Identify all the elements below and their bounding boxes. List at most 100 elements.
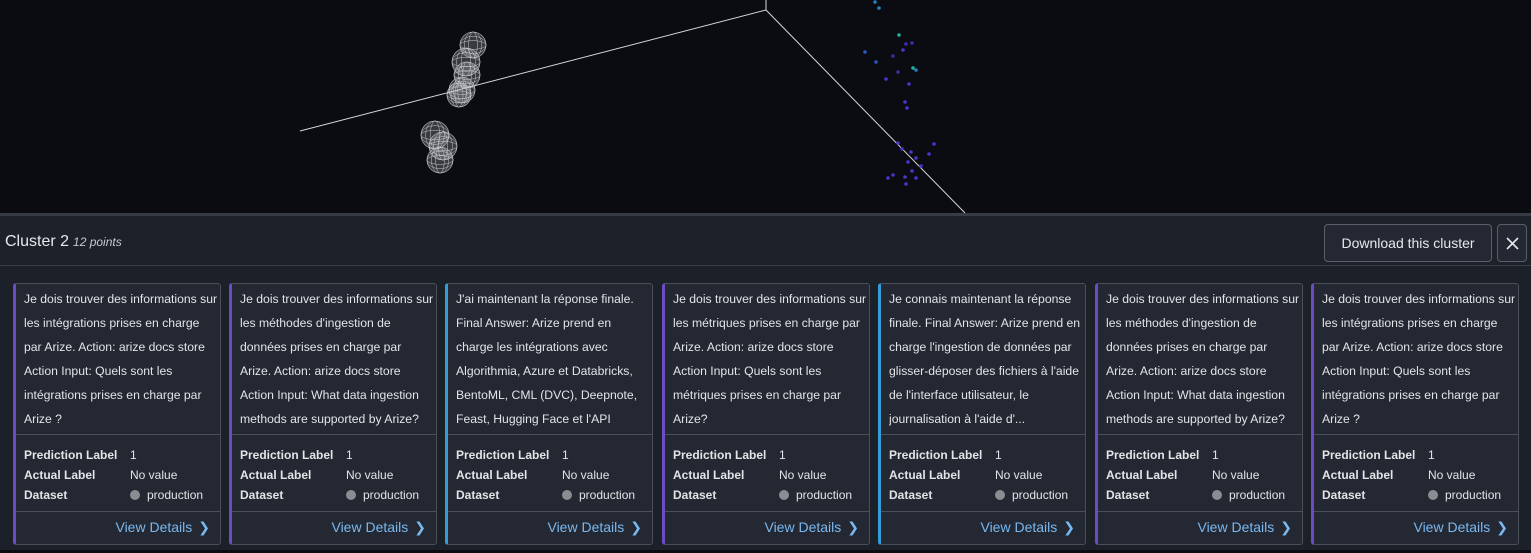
point-sphere[interactable]	[426, 146, 454, 174]
point-dot[interactable]	[891, 54, 895, 58]
divider	[16, 511, 220, 512]
point-dot[interactable]	[886, 176, 890, 180]
point-card[interactable]: Je dois trouver des informations sur les…	[1095, 283, 1303, 545]
point-dot[interactable]	[919, 164, 923, 168]
view-details-link[interactable]: View Details ❯	[764, 519, 859, 536]
point-properties: Prediction Label 1 Actual Label No value Dat…	[240, 447, 436, 507]
actual-label-value: No value	[346, 468, 394, 482]
point-properties: Prediction Label 1 Actual Label No value Dat…	[1322, 447, 1518, 507]
point-cloud-canvas[interactable]	[0, 0, 1531, 213]
view-details-link[interactable]: View Details ❯	[1197, 519, 1292, 536]
dataset-name: production	[1012, 488, 1069, 502]
point-properties: Prediction Label 1 Actual Label No value Dat…	[456, 447, 652, 507]
point-dot[interactable]	[884, 77, 888, 81]
point-dot[interactable]	[905, 106, 909, 110]
point-card[interactable]: Je connais maintenant la réponse finale.…	[878, 283, 1086, 545]
point-dot[interactable]	[863, 50, 867, 54]
point-dot[interactable]	[927, 152, 931, 156]
point-dot[interactable]	[897, 33, 901, 37]
point-dot[interactable]	[907, 82, 911, 86]
dataset-name: production	[579, 488, 636, 502]
point-cloud-view[interactable]	[0, 0, 1531, 213]
selected-points[interactable]	[420, 31, 487, 174]
point-dot[interactable]	[914, 176, 918, 180]
dataset-value: production	[995, 487, 1068, 503]
dataset-key: Dataset	[456, 488, 500, 502]
dataset-value: production	[562, 487, 635, 503]
point-text: Je dois trouver des informations sur les…	[1106, 292, 1300, 426]
dataset-name: production	[363, 488, 420, 502]
point-card[interactable]: Je dois trouver des informations sur les…	[229, 283, 437, 545]
point-dot[interactable]	[909, 150, 913, 154]
dataset-key: Dataset	[1106, 488, 1150, 502]
chevron-right-icon: ❯	[630, 519, 642, 535]
point-dot[interactable]	[903, 175, 907, 179]
view-details-link[interactable]: View Details ❯	[980, 519, 1075, 536]
prediction-label-key: Prediction Label	[240, 448, 334, 462]
chevron-right-icon: ❯	[414, 519, 426, 535]
point-card[interactable]: J'ai maintenant la réponse finale. Final…	[445, 283, 653, 545]
prediction-label-key: Prediction Label	[24, 448, 118, 462]
point-card[interactable]: Je dois trouver des informations sur les…	[662, 283, 870, 545]
prediction-label-value: 1	[779, 448, 786, 462]
chevron-right-icon: ❯	[198, 519, 210, 535]
point-text: Je dois trouver des informations sur les…	[24, 292, 218, 426]
actual-label-value: No value	[779, 468, 827, 482]
dataset-value: production	[1212, 487, 1285, 503]
actual-label-value: No value	[1212, 468, 1260, 482]
point-card[interactable]: Je dois trouver des informations sur les…	[13, 283, 221, 545]
point-dot[interactable]	[896, 70, 900, 74]
point-dot[interactable]	[874, 60, 878, 64]
dataset-key: Dataset	[889, 488, 933, 502]
point-text: Je dois trouver des informations sur les…	[673, 292, 867, 426]
point-dot[interactable]	[877, 6, 881, 10]
point-dot[interactable]	[910, 169, 914, 173]
divider	[665, 511, 869, 512]
dataset-value: production	[346, 487, 419, 503]
view-details-link[interactable]: View Details ❯	[115, 519, 210, 536]
point-dot[interactable]	[932, 142, 936, 146]
point-dot[interactable]	[900, 147, 904, 151]
point-dot[interactable]	[901, 48, 905, 52]
point-card[interactable]: Je dois trouver des informations sur les…	[1311, 283, 1519, 545]
dataset-value: production	[130, 487, 203, 503]
view-details-label: View Details	[115, 519, 193, 535]
point-dot[interactable]	[914, 156, 918, 160]
prediction-label-key: Prediction Label	[1106, 448, 1200, 462]
view-details-label: View Details	[764, 519, 842, 535]
point-dot[interactable]	[896, 141, 900, 145]
cluster-points[interactable]	[863, 0, 936, 186]
prediction-label-key: Prediction Label	[456, 448, 550, 462]
point-dot[interactable]	[904, 182, 908, 186]
dataset-key: Dataset	[673, 488, 717, 502]
point-dot[interactable]	[891, 173, 895, 177]
point-properties: Prediction Label 1 Actual Label No value Dat…	[673, 447, 869, 507]
divider	[881, 434, 1085, 435]
view-details-link[interactable]: View Details ❯	[547, 519, 642, 536]
divider	[1098, 511, 1302, 512]
point-dot[interactable]	[873, 0, 877, 4]
point-dot[interactable]	[903, 100, 907, 104]
actual-label-key: Actual Label	[1106, 468, 1178, 482]
prediction-label-value: 1	[1428, 448, 1435, 462]
dataset-name: production	[796, 488, 853, 502]
point-dot[interactable]	[914, 68, 918, 72]
point-dot[interactable]	[910, 41, 914, 45]
actual-label-value: No value	[130, 468, 178, 482]
divider	[16, 434, 220, 435]
view-details-link[interactable]: View Details ❯	[331, 519, 426, 536]
point-dot[interactable]	[911, 66, 915, 70]
actual-label-value: No value	[995, 468, 1043, 482]
dataset-value: production	[1428, 487, 1501, 503]
chevron-right-icon: ❯	[1063, 519, 1075, 535]
view-details-label: View Details	[1197, 519, 1275, 535]
actual-label-key: Actual Label	[889, 468, 961, 482]
chevron-right-icon: ❯	[1280, 519, 1292, 535]
view-details-link[interactable]: View Details ❯	[1413, 519, 1508, 536]
actual-label-value: No value	[562, 468, 610, 482]
point-dot[interactable]	[906, 160, 910, 164]
dataset-dot-icon	[779, 490, 789, 500]
point-sphere[interactable]	[446, 82, 472, 108]
point-dot[interactable]	[904, 42, 908, 46]
view-details-label: View Details	[980, 519, 1058, 535]
